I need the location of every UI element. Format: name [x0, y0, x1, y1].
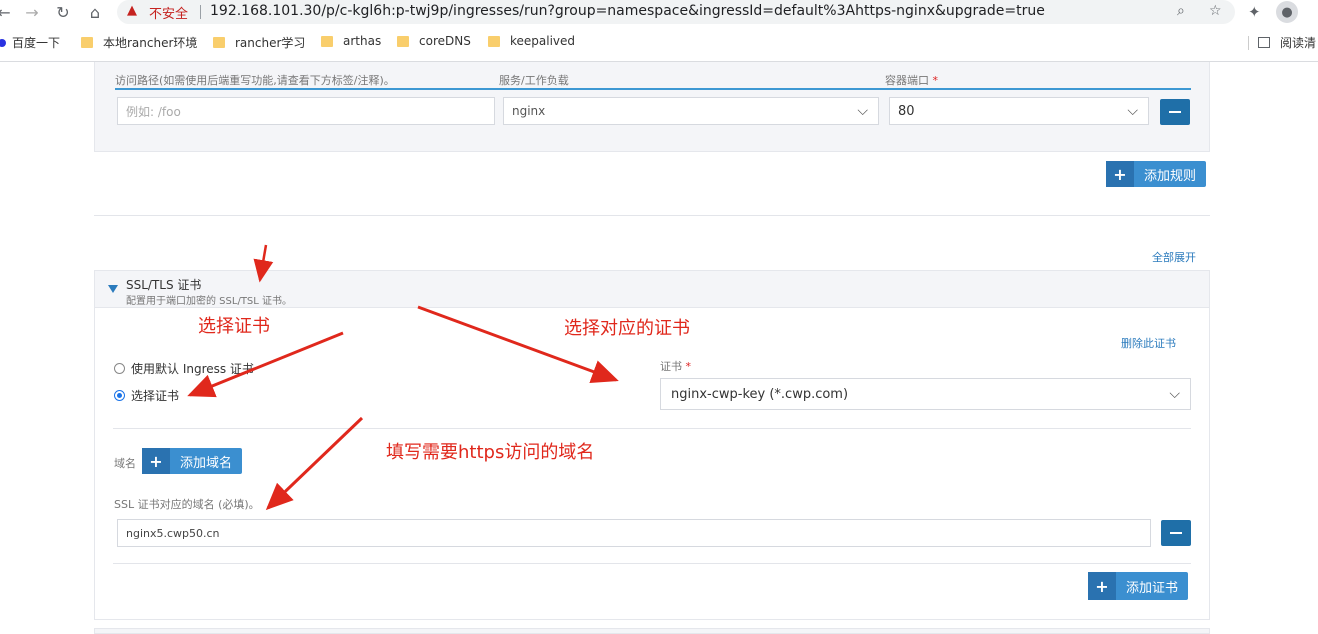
cert-field-label: 证书 * — [660, 358, 691, 374]
ssl-section-header[interactable]: SSL/TLS 证书 配置用于端口加密的 SSL/TSL 证书。 — [94, 270, 1210, 308]
add-rule-button[interactable]: + 添加规则 — [1106, 161, 1207, 187]
bookmark-item[interactable]: arthas — [321, 34, 381, 48]
port-select[interactable]: 80 ⌵ — [889, 97, 1149, 125]
required-mark: * — [932, 74, 939, 87]
path-input[interactable]: 例如: /foo — [117, 97, 495, 125]
add-domain-button[interactable]: + 添加域名 — [142, 448, 243, 474]
reading-list[interactable]: 阅读清 — [1258, 34, 1316, 51]
cert-divider — [113, 428, 1191, 429]
radio-default-cert[interactable]: 使用默认 Ingress 证书 — [114, 360, 254, 377]
bookmark-star-icon[interactable]: ☆ — [1209, 3, 1222, 19]
remove-rule-button[interactable] — [1160, 99, 1190, 125]
back-icon[interactable]: ← — [0, 2, 14, 22]
delete-cert-link[interactable]: 删除此证书 — [1121, 335, 1176, 351]
rule-row-panel: 访问路径(如需使用后端重写功能,请查看下方标签/注释)。 服务/工作负载 容器端… — [94, 62, 1210, 152]
cert-select[interactable]: nginx-cwp-key (*.cwp.com) ⌵ — [660, 378, 1191, 410]
reading-list-icon — [1258, 37, 1270, 48]
extensions-icon[interactable]: ✦ — [1248, 3, 1261, 21]
section-divider — [94, 215, 1210, 216]
reading-list-label: 阅读清 — [1280, 36, 1317, 50]
radio-choose-cert[interactable]: 选择证书 — [114, 387, 179, 404]
domain-hint: SSL 证书对应的域名 (必填)。 — [114, 498, 260, 511]
warning-icon: ▲ — [127, 3, 137, 18]
chevron-down-icon: ⌵ — [1127, 103, 1138, 119]
folder-icon — [81, 37, 93, 48]
browser-toolbar: ← → ↻ ⌂ ▲ 不安全 192.168.101.30/p/c-kgl6h:p… — [0, 0, 1318, 24]
url-text[interactable]: 192.168.101.30/p/c-kgl6h:p-twj9p/ingress… — [210, 3, 1045, 19]
chevron-down-icon: ⌵ — [857, 103, 868, 119]
radio-button-selected[interactable] — [114, 390, 125, 401]
header-underline — [115, 88, 1191, 90]
forward-icon[interactable]: → — [22, 2, 42, 22]
domain-value: nginx5.cwp50.cn — [126, 526, 220, 540]
minus-icon — [1170, 532, 1182, 534]
annotation-fill-domain: 填写需要https访问的域名 — [386, 442, 595, 463]
bookmarks-divider — [1248, 36, 1249, 50]
domain-label: 域名 — [114, 457, 136, 470]
radio-button[interactable] — [114, 363, 125, 374]
ssl-section-body: 删除此证书 使用默认 Ingress 证书 选择证书 证书 * nginx-cw… — [94, 308, 1210, 620]
folder-icon — [397, 35, 409, 47]
service-select[interactable]: nginx ⌵ — [503, 97, 879, 125]
bookmark-label: rancher学习 — [235, 36, 306, 50]
bookmark-item[interactable]: rancher学习 — [213, 34, 305, 51]
plus-icon: + — [142, 448, 170, 474]
bookmark-item[interactable]: 本地rancher环境 — [81, 34, 197, 51]
required-mark: * — [685, 360, 692, 373]
ssl-section-subtitle: 配置用于端口加密的 SSL/TSL 证书。 — [126, 296, 293, 307]
minus-icon — [1169, 111, 1181, 113]
bookmark-label: keepalived — [510, 34, 576, 48]
bookmark-label: coreDNS — [419, 34, 471, 48]
bookmark-label: 本地rancher环境 — [103, 36, 198, 50]
bookmarks-bar: 百度一下 本地rancher环境 rancher学习 arthas coreDN… — [0, 31, 1318, 55]
service-column-header: 服务/工作负载 — [499, 74, 569, 87]
add-cert-button[interactable]: + 添加证书 — [1088, 572, 1189, 600]
security-label[interactable]: 不安全 — [149, 3, 188, 22]
radio-choose-label: 选择证书 — [131, 389, 180, 403]
expand-all-link[interactable]: 全部展开 — [1152, 249, 1196, 265]
port-value: 80 — [898, 103, 915, 119]
bookmark-item[interactable]: coreDNS — [397, 34, 471, 48]
plus-icon: + — [1106, 161, 1134, 187]
chevron-down-icon: ⌵ — [1169, 386, 1180, 402]
cert-label-text: 证书 — [660, 360, 682, 373]
collapse-triangle-icon[interactable] — [108, 285, 118, 293]
next-section-header — [94, 628, 1210, 634]
cert-value: nginx-cwp-key (*.cwp.com) — [671, 386, 849, 402]
ssl-section-title: SSL/TLS 证书 — [126, 278, 202, 292]
bookmark-item[interactable]: keepalived — [488, 34, 575, 48]
folder-icon — [488, 35, 500, 47]
bookmark-item[interactable]: 百度一下 — [0, 34, 60, 51]
bookmark-label: arthas — [343, 34, 382, 48]
path-column-header: 访问路径(如需使用后端重写功能,请查看下方标签/注释)。 — [115, 74, 395, 87]
add-domain-label: 添加域名 — [180, 455, 233, 471]
port-column-header: 容器端口 * — [885, 72, 938, 88]
home-icon[interactable]: ⌂ — [85, 2, 105, 22]
omnibox-divider — [200, 5, 201, 19]
service-value: nginx — [512, 104, 546, 118]
baidu-icon — [0, 38, 6, 47]
domain-divider — [113, 563, 1191, 564]
domain-input[interactable]: nginx5.cwp50.cn — [117, 519, 1151, 547]
add-rule-label: 添加规则 — [1144, 168, 1197, 184]
address-bar[interactable]: ▲ 不安全 192.168.101.30/p/c-kgl6h:p-twj9p/i… — [117, 0, 1235, 24]
remove-domain-button[interactable] — [1161, 520, 1191, 546]
path-placeholder: 例如: /foo — [126, 104, 181, 119]
radio-default-label: 使用默认 Ingress 证书 — [131, 362, 254, 376]
profile-avatar[interactable]: ● — [1276, 1, 1298, 23]
annotation-choose-matching-cert: 选择对应的证书 — [564, 318, 690, 339]
plus-icon: + — [1088, 572, 1116, 600]
folder-icon — [321, 35, 333, 47]
zoom-icon[interactable]: ⌕ — [1177, 3, 1185, 19]
folder-icon — [213, 37, 225, 48]
add-cert-label: 添加证书 — [1126, 580, 1179, 596]
annotation-choose-cert: 选择证书 — [198, 316, 270, 337]
port-header-text: 容器端口 — [885, 74, 929, 87]
reload-icon[interactable]: ↻ — [53, 2, 73, 22]
bookmark-label: 百度一下 — [12, 36, 61, 50]
